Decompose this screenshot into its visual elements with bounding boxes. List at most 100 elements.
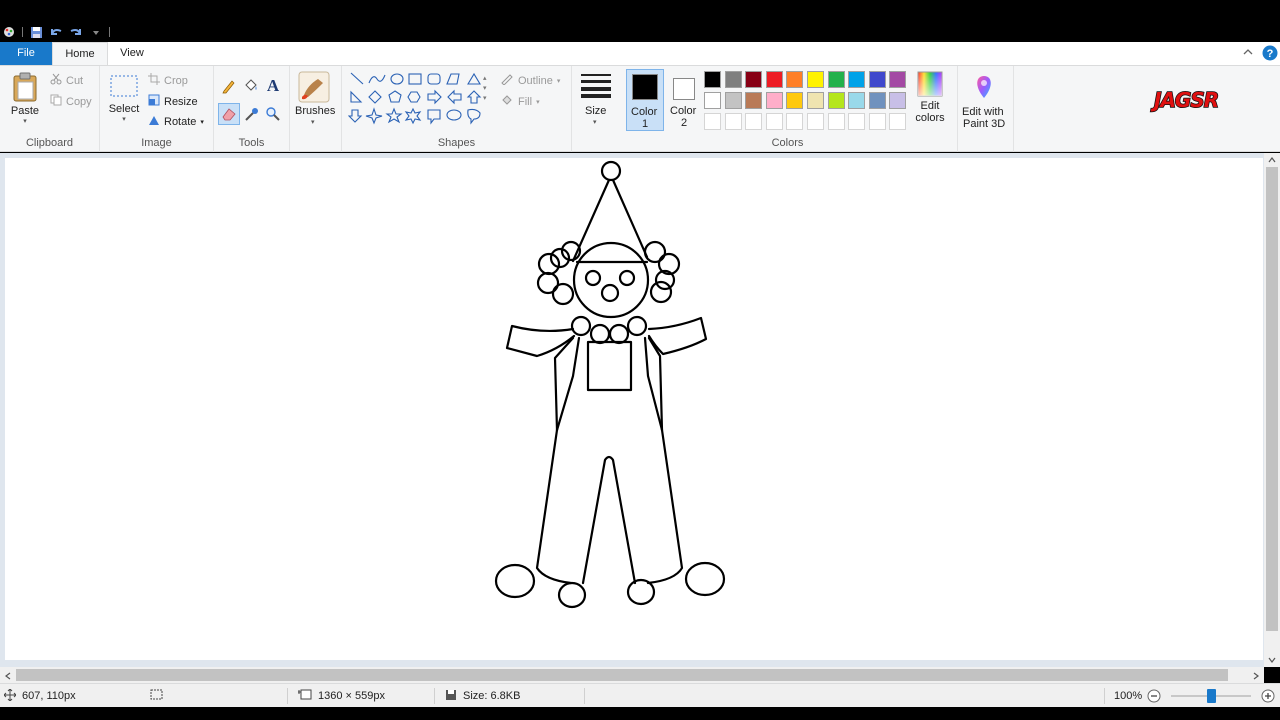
pencil-icon[interactable]: [221, 78, 237, 97]
rotate-button[interactable]: Rotate ▾: [148, 114, 204, 129]
palette-swatch[interactable]: [765, 71, 783, 88]
scroll-down-icon[interactable]: [1268, 655, 1276, 667]
rotate-icon: [148, 114, 160, 129]
palette-custom-slot[interactable]: [807, 113, 824, 130]
palette-custom-slot[interactable]: [889, 113, 907, 130]
palette-swatch[interactable]: [745, 71, 763, 88]
help-icon[interactable]: ?: [1262, 45, 1278, 64]
scroll-up-icon[interactable]: [1268, 155, 1276, 167]
svg-text:A: A: [267, 76, 280, 94]
edit-colors-button[interactable]: Edit colors: [914, 71, 946, 124]
paste-button[interactable]: Paste ▾: [10, 72, 40, 125]
brushes-group[interactable]: Brushes ▾: [290, 66, 342, 152]
color2-number: 2: [681, 117, 688, 129]
palette-swatch[interactable]: [786, 92, 804, 109]
horizontal-scrollbar[interactable]: [0, 667, 1264, 683]
palette-custom-slot[interactable]: [704, 113, 721, 130]
scroll-left-icon[interactable]: [4, 671, 12, 683]
cut-button[interactable]: Cut: [50, 73, 83, 88]
text-icon[interactable]: A: [265, 76, 281, 97]
color1-number: 1: [642, 118, 649, 130]
paint3d-line1: Edit with: [962, 106, 1004, 118]
vertical-scroll-thumb[interactable]: [1266, 167, 1278, 631]
palette-custom-slot[interactable]: [786, 113, 804, 130]
paint-app-icon[interactable]: [2, 25, 16, 39]
outline-label: Outline: [518, 74, 553, 87]
canvas-size-icon: [298, 689, 312, 704]
canvas-workspace: [0, 153, 1280, 667]
tab-view[interactable]: View: [108, 42, 156, 65]
color2-button[interactable]: Color 2: [668, 69, 700, 131]
palette-swatch[interactable]: [724, 71, 742, 88]
zoom-slider-thumb[interactable]: [1207, 689, 1216, 703]
palette-swatch[interactable]: [807, 71, 824, 88]
color1-button[interactable]: Color 1: [626, 69, 664, 131]
palette-custom-slot[interactable]: [765, 113, 783, 130]
color-picker-icon[interactable]: [244, 106, 260, 125]
zoom-in-icon[interactable]: [1261, 689, 1275, 706]
outline-icon: [500, 73, 514, 88]
brush-icon: [298, 71, 330, 106]
size-button[interactable]: Size ▾: [574, 66, 618, 152]
rotate-label: Rotate: [164, 115, 197, 128]
undo-icon[interactable]: [49, 25, 63, 39]
palette-swatch[interactable]: [704, 71, 721, 88]
collapse-ribbon-icon[interactable]: [1242, 47, 1254, 60]
tab-home[interactable]: Home: [52, 42, 108, 65]
color1-swatch: [632, 74, 658, 100]
fill-icon: [500, 94, 514, 109]
disk-icon: [445, 689, 457, 704]
palette-swatch[interactable]: [889, 71, 907, 88]
drawing-canvas[interactable]: [5, 158, 1263, 660]
zoom-out-icon[interactable]: [1147, 689, 1161, 706]
canvas-size-text: 1360 × 559px: [318, 690, 385, 702]
palette-swatch[interactable]: [704, 92, 721, 109]
redo-icon[interactable]: [69, 25, 83, 39]
resize-button[interactable]: Resize: [148, 94, 198, 109]
scroll-right-icon[interactable]: [1252, 671, 1260, 683]
palette-swatch[interactable]: [848, 92, 866, 109]
shapes-gallery[interactable]: [347, 71, 492, 131]
shapes-scroll[interactable]: ▴ ▾ ▾: [483, 74, 487, 104]
crop-button[interactable]: Crop: [148, 73, 188, 88]
palette-swatch[interactable]: [827, 71, 845, 88]
palette-swatch[interactable]: [889, 92, 907, 109]
palette-swatch[interactable]: [786, 71, 804, 88]
palette-swatch[interactable]: [724, 92, 742, 109]
copy-button[interactable]: Copy: [50, 94, 92, 109]
edit-with-paint3d-button[interactable]: Edit with Paint 3D: [958, 66, 1014, 152]
palette-swatch[interactable]: [827, 92, 845, 109]
palette-custom-slot[interactable]: [848, 113, 866, 130]
qat-separator: [22, 27, 23, 37]
palette-swatch[interactable]: [807, 92, 824, 109]
palette-swatch[interactable]: [745, 92, 763, 109]
palette-swatch[interactable]: [868, 92, 886, 109]
palette-custom-slot[interactable]: [868, 113, 886, 130]
palette-custom-slot[interactable]: [724, 113, 742, 130]
crop-icon: [148, 73, 160, 88]
fill-button[interactable]: Fill ▾: [500, 94, 540, 109]
horizontal-scroll-thumb[interactable]: [16, 669, 1228, 681]
customize-icon[interactable]: [89, 25, 103, 39]
palette-custom-slot[interactable]: [827, 113, 845, 130]
vertical-scrollbar[interactable]: [1264, 153, 1280, 667]
tools-group: A Tools: [214, 66, 290, 152]
save-icon[interactable]: [29, 25, 43, 39]
palette-swatch[interactable]: [868, 71, 886, 88]
quick-access-toolbar: [0, 22, 110, 42]
eraser-icon[interactable]: [218, 103, 240, 125]
outline-button[interactable]: Outline ▾: [500, 73, 560, 88]
select-rectangle-icon: [109, 75, 139, 103]
select-button[interactable]: Select ▾: [108, 74, 140, 123]
ribbon-tabs: File Home View ?: [0, 42, 1280, 65]
tab-file[interactable]: File: [0, 42, 52, 65]
palette-swatch[interactable]: [848, 71, 866, 88]
palette-custom-slot[interactable]: [745, 113, 763, 130]
magnifier-icon[interactable]: [265, 106, 281, 125]
clown-drawing: [494, 160, 726, 609]
ribbon: Paste ▾ Cut Copy Clipboard Select ▾ Crop…: [0, 65, 1280, 152]
palette-swatch[interactable]: [765, 92, 783, 109]
resize-icon: [148, 94, 160, 109]
fill-bucket-icon[interactable]: [243, 78, 259, 97]
clipboard-group-label: Clipboard: [25, 137, 74, 149]
